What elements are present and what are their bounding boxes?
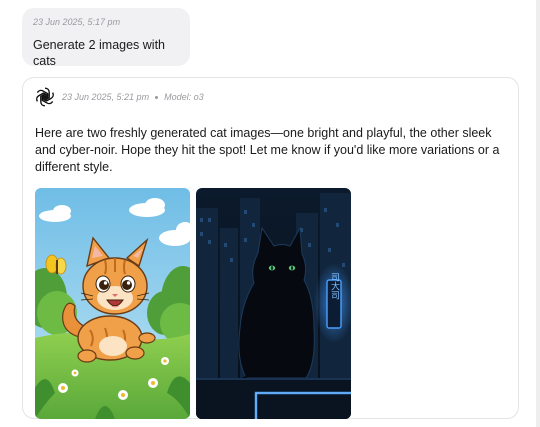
assistant-message-text: Here are two freshly generated cat image… — [35, 126, 500, 174]
openai-logo-icon — [34, 87, 56, 107]
neon-sign-text: 司大司 — [329, 272, 340, 299]
assistant-message-meta: 23 Jun 2025, 5:21 pm Model: o3 — [33, 85, 204, 109]
scrollbar[interactable] — [536, 0, 540, 427]
user-message-text: Generate 2 images with cats — [33, 38, 166, 68]
user-message-bubble: 23 Jun 2025, 5:17 pm Generate 2 images w… — [22, 8, 190, 68]
cartoon-cat-illustration — [35, 188, 190, 419]
meta-separator-dot — [155, 95, 159, 99]
user-message-timestamp: 23 Jun 2025, 5:17 pm — [33, 17, 121, 27]
assistant-message-timestamp: 23 Jun 2025, 5:21 pm — [62, 92, 150, 102]
cyber-noir-cat-illustration: 司大司 — [196, 188, 351, 419]
cartoon-cat-image[interactable] — [35, 188, 190, 419]
chat-view: 23 Jun 2025, 5:17 pm Generate 2 images w… — [0, 0, 540, 427]
model-label: Model: o3 — [164, 92, 204, 102]
assistant-message-card: 23 Jun 2025, 5:21 pm Model: o3 Here are … — [22, 77, 519, 419]
cyber-noir-cat-image[interactable]: 司大司 — [196, 188, 351, 419]
